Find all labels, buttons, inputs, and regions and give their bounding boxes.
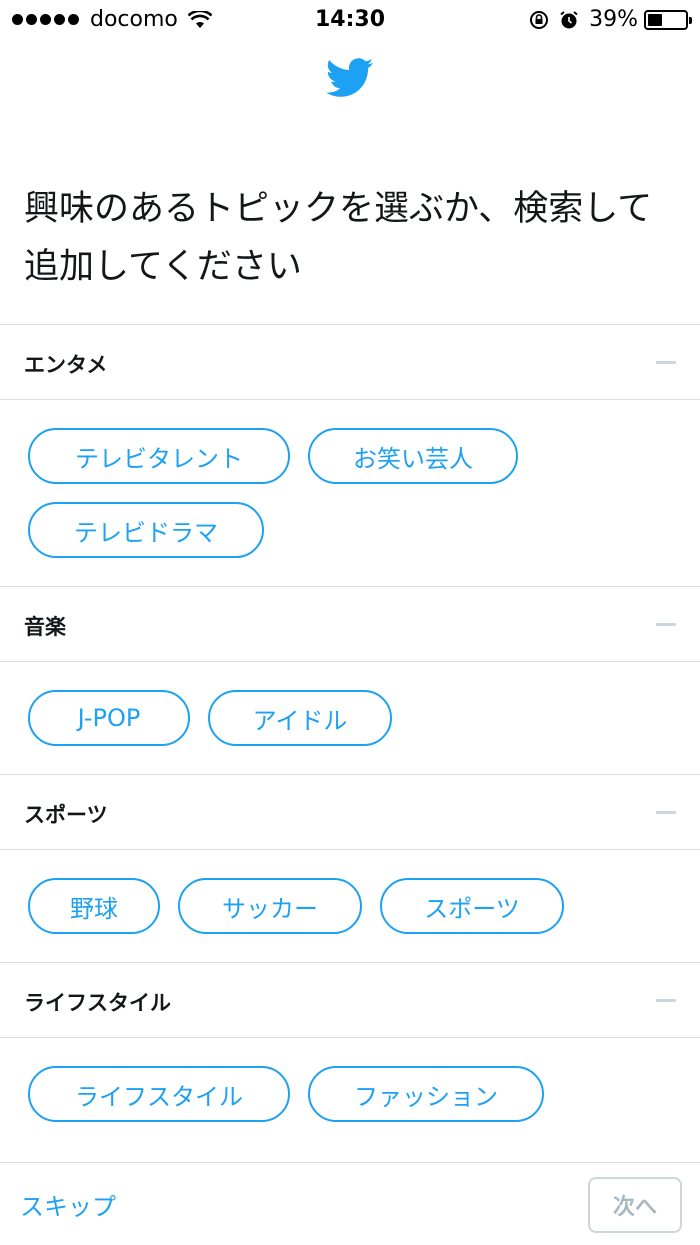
collapse-icon[interactable] bbox=[656, 811, 676, 814]
section-topics: J-POP アイドル bbox=[0, 662, 700, 774]
topic-chip[interactable]: アイドル bbox=[208, 690, 392, 746]
chip-row: J-POP アイドル bbox=[28, 690, 700, 746]
topic-chip[interactable]: サッカー bbox=[178, 878, 362, 934]
section-title: エンタメ bbox=[24, 353, 108, 377]
next-button[interactable]: 次へ bbox=[588, 1177, 682, 1233]
topic-chip[interactable]: テレビタレント bbox=[28, 428, 290, 484]
section-topics: ライフスタイル ファッション bbox=[0, 1038, 700, 1150]
rotation-lock-icon bbox=[530, 10, 549, 29]
skip-button[interactable]: スキップ bbox=[20, 1187, 116, 1222]
chip-row: テレビタレント お笑い芸人 bbox=[28, 428, 700, 484]
section-title: 音楽 bbox=[24, 615, 66, 639]
bottom-bar: スキップ 次へ bbox=[0, 1162, 700, 1245]
section-title: スポーツ bbox=[24, 803, 108, 827]
chip-row: テレビドラマ bbox=[28, 502, 700, 558]
topic-sections: エンタメ テレビタレント お笑い芸人 テレビドラマ 音楽 J-POP アイドル スポーツ 野球サ… bbox=[0, 324, 700, 1150]
status-bar: docomo 14:30 39% bbox=[0, 0, 700, 40]
section-topics: テレビタレント お笑い芸人 テレビドラマ bbox=[0, 400, 700, 586]
section-header[interactable]: ライフスタイル bbox=[0, 962, 700, 1038]
topic-chip[interactable]: J-POP bbox=[28, 690, 190, 746]
topic-chip[interactable]: 野球 bbox=[28, 878, 160, 934]
collapse-icon[interactable] bbox=[656, 361, 676, 364]
collapse-icon[interactable] bbox=[656, 623, 676, 626]
topic-chip[interactable]: ライフスタイル bbox=[28, 1066, 290, 1122]
topic-chip[interactable]: お笑い芸人 bbox=[308, 428, 518, 484]
collapse-icon[interactable] bbox=[656, 999, 676, 1002]
status-right: 39% bbox=[529, 7, 692, 32]
section-header[interactable]: 音楽 bbox=[0, 586, 700, 662]
chip-row: ライフスタイル ファッション bbox=[28, 1066, 700, 1122]
section-header[interactable]: エンタメ bbox=[0, 324, 700, 400]
section-header[interactable]: スポーツ bbox=[0, 774, 700, 850]
battery-percentage: 39% bbox=[589, 7, 638, 32]
alarm-icon bbox=[560, 10, 578, 28]
chip-row: 野球 サッカー スポーツ bbox=[28, 878, 700, 934]
topic-chip[interactable]: ファッション bbox=[308, 1066, 544, 1122]
twitter-bird-icon bbox=[326, 58, 374, 97]
topic-chip[interactable]: テレビドラマ bbox=[28, 502, 264, 558]
section-title: ライフスタイル bbox=[24, 991, 171, 1015]
page-title: 興味のあるトピックを選ぶか、検索して追加してください bbox=[24, 189, 653, 287]
topic-chip[interactable]: スポーツ bbox=[380, 878, 564, 934]
battery-icon bbox=[644, 9, 692, 30]
section-topics: 野球 サッカー スポーツ bbox=[0, 850, 700, 962]
